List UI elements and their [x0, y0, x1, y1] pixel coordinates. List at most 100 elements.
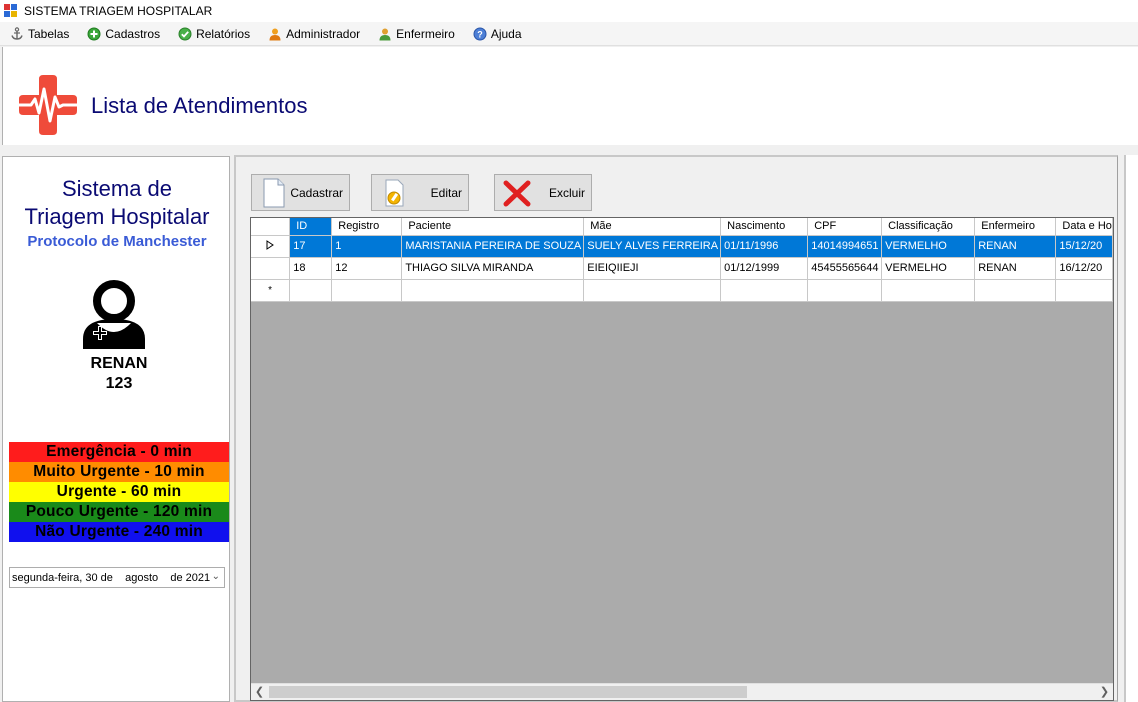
date-picker-value: segunda-feira, 30 de agosto de 2021: [12, 571, 211, 584]
menu-relatorios[interactable]: Relatórios: [168, 23, 258, 45]
cell-cpf[interactable]: 14014994651: [807, 235, 883, 258]
chevron-down-icon[interactable]: ⌄: [212, 571, 220, 582]
menu-enfermeiro[interactable]: Enfermeiro: [368, 23, 463, 45]
cell-nascimento[interactable]: 01/12/1999: [720, 257, 809, 280]
menu-enfermeiro-label: Enfermeiro: [396, 26, 455, 41]
user-id: 123: [105, 375, 133, 392]
system-title: Sistema de Triagem Hospitalar: [3, 175, 231, 231]
new-row[interactable]: *: [251, 279, 1113, 302]
page-title: Lista de Atendimentos: [91, 93, 308, 118]
user-name: RENAN: [90, 355, 148, 372]
column-header-cpf[interactable]: CPF: [807, 218, 883, 236]
row-selector-arrow-icon[interactable]: [251, 235, 291, 258]
right-panel-edge: [1124, 155, 1138, 702]
new-cell[interactable]: [974, 279, 1057, 302]
editar-label: Editar: [430, 186, 462, 200]
check-icon: [178, 27, 192, 40]
table-row[interactable]: 18 12 THIAGO SILVA MIRANDA EIEIQIIEJI 01…: [251, 257, 1113, 280]
edit-document-icon: [385, 179, 404, 207]
add-icon: [87, 27, 101, 40]
column-header-mae[interactable]: Mãe: [583, 218, 722, 236]
cell-mae[interactable]: EIEIQIIEJI: [583, 257, 722, 280]
excluir-button[interactable]: Excluir: [494, 174, 592, 211]
system-title-line1: Sistema de: [61, 176, 173, 201]
sidebar: Sistema de Triagem Hospitalar Protocolo …: [2, 156, 230, 702]
scroll-right-icon[interactable]: ❯: [1096, 684, 1113, 700]
legend-urgente: Urgente - 60 min: [9, 482, 229, 502]
anchor-icon: [11, 26, 23, 40]
cell-classificacao[interactable]: VERMELHO: [881, 257, 976, 280]
menu-relatorios-label: Relatórios: [196, 26, 251, 41]
scroll-left-icon[interactable]: ❮: [251, 684, 268, 700]
scrollbar-thumb[interactable]: [269, 686, 747, 698]
new-cell[interactable]: [807, 279, 883, 302]
legend-emergencia: Emergência - 0 min: [9, 442, 229, 462]
new-cell[interactable]: [401, 279, 585, 302]
cell-paciente[interactable]: THIAGO SILVA MIRANDA: [401, 257, 585, 280]
new-cell[interactable]: [1055, 279, 1113, 302]
cell-classificacao[interactable]: VERMELHO: [881, 235, 976, 258]
header-panel: Lista de Atendimentos: [2, 47, 1138, 145]
cell-registro[interactable]: 12: [331, 257, 403, 280]
cell-id[interactable]: 18: [289, 257, 333, 280]
column-header-paciente[interactable]: Paciente: [401, 218, 585, 236]
grid-header-row: ID Registro Paciente Mãe Nascimento CPF …: [251, 218, 1113, 236]
app-icon: [4, 4, 18, 18]
column-header-enfermeiro[interactable]: Enfermeiro: [974, 218, 1057, 236]
editar-button[interactable]: Editar: [371, 174, 469, 211]
new-cell[interactable]: [881, 279, 976, 302]
window-title: SISTEMA TRIAGEM HOSPITALAR: [24, 4, 213, 18]
new-cell[interactable]: [289, 279, 333, 302]
row-header-corner: [251, 218, 291, 236]
new-cell[interactable]: [720, 279, 809, 302]
row-selector[interactable]: [251, 257, 291, 280]
new-document-icon: [263, 178, 285, 208]
legend-nao-urgente: Não Urgente - 240 min: [9, 522, 229, 542]
table-row[interactable]: 17 1 MARISTANIA PEREIRA DE SOUZA SUELY A…: [251, 235, 1113, 258]
cell-mae[interactable]: SUELY ALVES FERREIRA: [583, 235, 722, 258]
delete-x-icon: [503, 180, 531, 207]
menu-cadastros[interactable]: Cadastros: [77, 23, 168, 45]
date-picker[interactable]: segunda-feira, 30 de agosto de 2021 ⌄: [9, 567, 225, 588]
menu-tabelas[interactable]: Tabelas: [0, 23, 77, 45]
cell-paciente[interactable]: MARISTANIA PEREIRA DE SOUZA: [401, 235, 585, 258]
attendance-table: ID Registro Paciente Mãe Nascimento CPF …: [251, 218, 1113, 302]
cell-nascimento[interactable]: 01/11/1996: [720, 235, 809, 258]
attendance-grid[interactable]: ID Registro Paciente Mãe Nascimento CPF …: [250, 217, 1114, 701]
horizontal-scrollbar[interactable]: ❮ ❯: [251, 683, 1113, 700]
help-icon: ?: [473, 27, 487, 40]
menu-administrador[interactable]: Administrador: [258, 23, 368, 45]
cell-data-hora[interactable]: 15/12/20: [1055, 235, 1113, 258]
menu-administrador-label: Administrador: [286, 26, 361, 41]
menu-ajuda-label: Ajuda: [490, 26, 522, 41]
column-header-registro[interactable]: Registro: [331, 218, 403, 236]
menu-ajuda[interactable]: ? Ajuda: [463, 23, 530, 45]
menu-bar: Tabelas Cadastros Relatórios Administrad…: [0, 22, 1138, 46]
legend-muito-urgente: Muito Urgente - 10 min: [9, 462, 229, 482]
system-subtitle: Protocolo de Manchester: [27, 233, 207, 250]
new-cell[interactable]: [583, 279, 722, 302]
cadastrar-button[interactable]: Cadastrar: [251, 174, 350, 211]
column-header-id[interactable]: ID: [289, 218, 333, 236]
system-title-line2: Triagem Hospitalar: [24, 204, 210, 229]
column-header-nascimento[interactable]: Nascimento: [720, 218, 809, 236]
nurse-avatar-icon: [83, 280, 145, 349]
column-header-data-hora[interactable]: Data e Ho: [1055, 218, 1113, 236]
title-bar: SISTEMA TRIAGEM HOSPITALAR: [0, 0, 1138, 22]
cell-enfermeiro[interactable]: RENAN: [974, 257, 1057, 280]
cell-id[interactable]: 17: [289, 235, 333, 258]
cell-cpf[interactable]: 45455565644: [807, 257, 883, 280]
new-row-marker[interactable]: *: [251, 279, 291, 302]
menu-tabelas-label: Tabelas: [28, 26, 70, 41]
priority-legend: Emergência - 0 min Muito Urgente - 10 mi…: [9, 442, 229, 542]
cell-data-hora[interactable]: 16/12/20: [1055, 257, 1113, 280]
new-cell[interactable]: [331, 279, 403, 302]
cell-enfermeiro[interactable]: RENAN: [974, 235, 1057, 258]
svg-text:?: ?: [477, 29, 483, 39]
cadastrar-label: Cadastrar: [290, 186, 343, 200]
excluir-label: Excluir: [548, 186, 585, 200]
menu-cadastros-label: Cadastros: [105, 26, 161, 41]
medical-cross-logo-icon: [17, 75, 79, 135]
cell-registro[interactable]: 1: [331, 235, 403, 258]
column-header-classificacao[interactable]: Classificação: [881, 218, 976, 236]
